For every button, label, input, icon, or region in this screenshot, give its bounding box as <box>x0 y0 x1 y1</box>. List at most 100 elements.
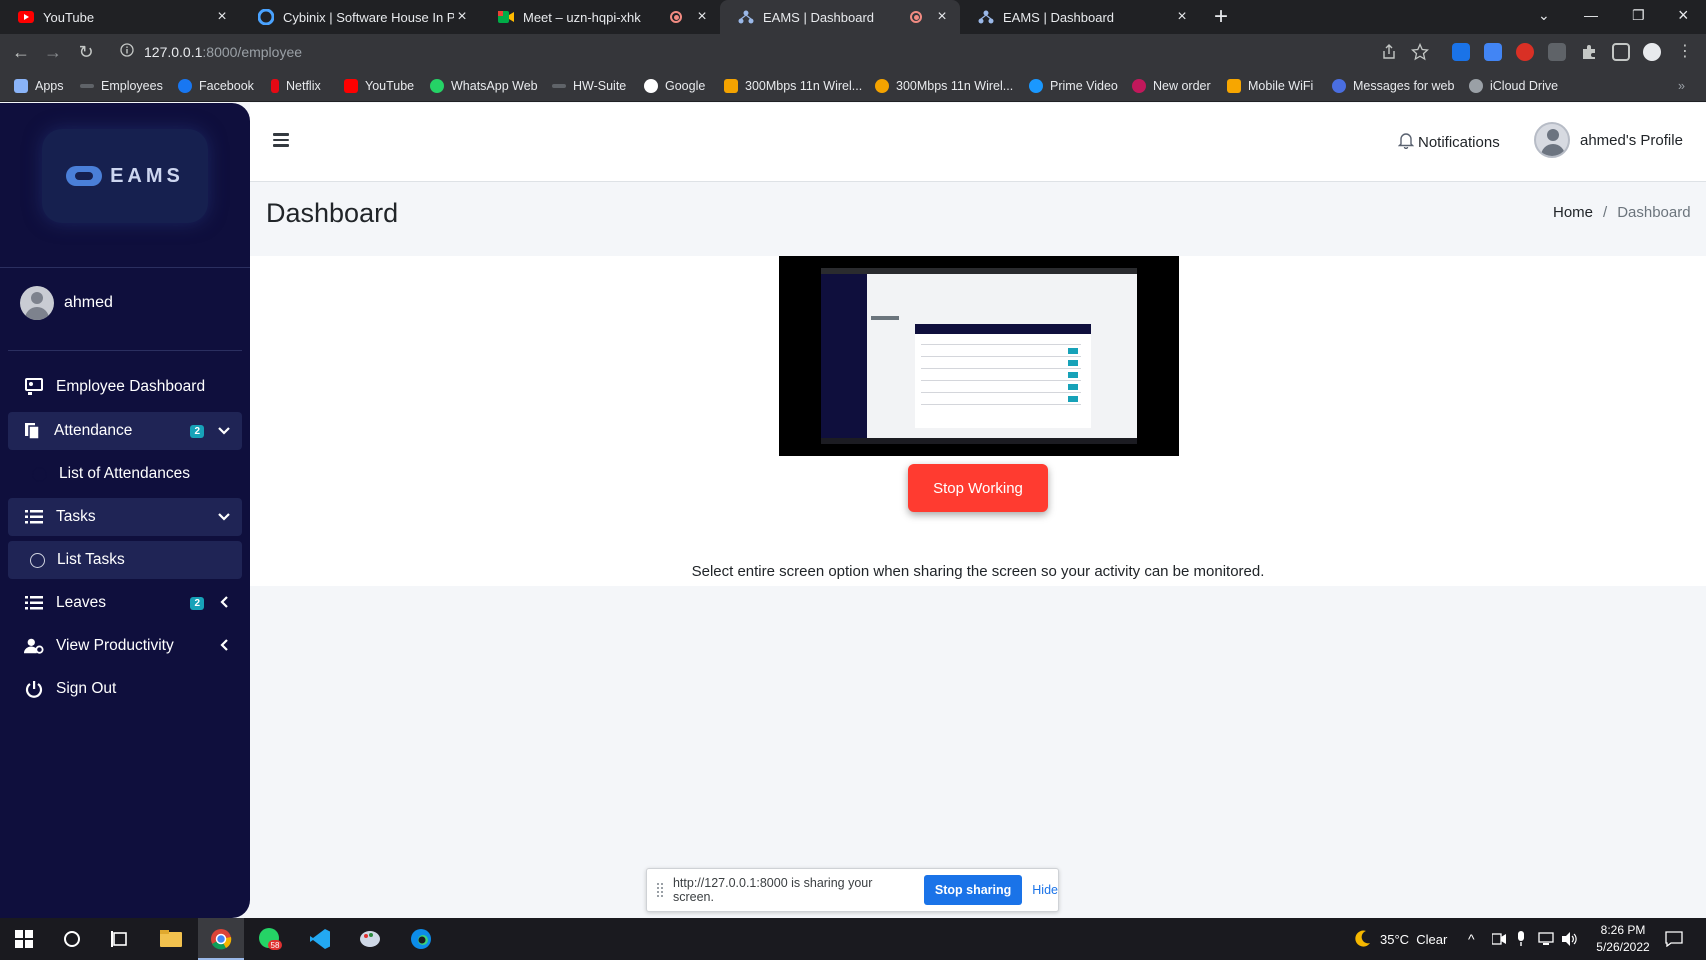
weather-widget[interactable]: 35°C Clear <box>1354 918 1447 960</box>
minimize-icon[interactable]: — <box>1584 0 1598 30</box>
bookmark-messages[interactable]: Messages for web <box>1332 76 1454 96</box>
reload-icon[interactable]: ↻ <box>75 41 97 63</box>
bookmark-netflix[interactable]: Netflix <box>271 76 321 96</box>
url-text: 127.0.0.1:8000/employee <box>144 44 303 60</box>
volume-icon[interactable] <box>1562 918 1578 960</box>
close-icon[interactable]: × <box>214 8 230 26</box>
close-icon[interactable]: × <box>934 8 950 26</box>
sidebar-item-list-of-attendances[interactable]: List of Attendances <box>8 455 242 493</box>
sidebar-user[interactable]: ahmed <box>20 286 113 320</box>
tab-eams[interactable]: EAMS | Dashboard × <box>960 0 1200 34</box>
profile-menu[interactable]: ahmed's Profile <box>1534 122 1683 158</box>
hamburger-menu-icon[interactable] <box>273 133 289 147</box>
action-center-icon[interactable] <box>1665 918 1683 960</box>
back-icon[interactable]: ← <box>10 41 32 63</box>
profile-avatar-icon[interactable] <box>1643 43 1661 61</box>
chrome-icon[interactable] <box>207 925 235 953</box>
router-icon <box>875 79 889 93</box>
sidebar-item-sign-out[interactable]: Sign Out <box>8 670 242 708</box>
bookmark-apps[interactable]: Apps <box>14 76 64 96</box>
meet-tray-icon[interactable] <box>1492 918 1506 960</box>
bookmark-router-1[interactable]: 300Mbps 11n Wirel... <box>724 76 862 96</box>
vscode-icon[interactable] <box>306 925 334 953</box>
menu-dots-icon[interactable]: ⋮ <box>1674 41 1696 63</box>
system-clock[interactable]: 8:26 PM 5/26/2022 <box>1588 922 1658 956</box>
tab-title: EAMS | Dashboard <box>1003 9 1115 25</box>
tab-youtube[interactable]: YouTube × <box>0 0 240 34</box>
search-icon[interactable] <box>58 925 86 953</box>
microphone-icon[interactable] <box>1516 918 1526 960</box>
windows-start-icon[interactable] <box>10 925 38 953</box>
sidebar-item-employee-dashboard[interactable]: Employee Dashboard <box>8 368 242 406</box>
info-icon[interactable] <box>120 42 134 62</box>
bookmark-router-2[interactable]: 300Mbps 11n Wirel... <box>875 76 1013 96</box>
bookmark-youtube[interactable]: YouTube <box>344 76 414 96</box>
bookmark-prime-video[interactable]: Prime Video <box>1029 76 1118 96</box>
sidebar-item-view-productivity[interactable]: View Productivity <box>8 627 242 665</box>
avatar <box>20 286 54 320</box>
whatsapp-icon[interactable]: 58 <box>256 925 284 953</box>
share-icon[interactable] <box>1380 43 1398 61</box>
sidebar-divider <box>8 350 242 351</box>
sidebar-divider <box>0 267 250 268</box>
close-icon[interactable]: × <box>694 8 710 26</box>
stop-working-button[interactable]: Stop Working <box>908 464 1048 512</box>
extension-pen-icon[interactable] <box>1548 43 1566 61</box>
cybinix-icon <box>258 9 274 25</box>
bookmark-hw-suite[interactable]: HW-Suite <box>552 76 626 96</box>
bookmark-whatsapp[interactable]: WhatsApp Web <box>430 76 538 96</box>
close-icon[interactable]: × <box>454 8 470 26</box>
bookmark-mobile-wifi[interactable]: Mobile WiFi <box>1227 76 1313 96</box>
breadcrumb-home[interactable]: Home <box>1553 204 1593 221</box>
svg-text:58: 58 <box>271 941 280 950</box>
notifications-link[interactable]: Notifications <box>1397 132 1500 153</box>
bookmark-facebook[interactable]: Facebook <box>178 76 254 96</box>
forward-icon[interactable]: → <box>42 41 64 63</box>
sidebar-item-tasks[interactable]: Tasks <box>8 498 242 536</box>
more-bookmarks-icon[interactable]: » <box>1678 76 1685 96</box>
new-tab-button[interactable]: + <box>1214 3 1228 31</box>
tab-search-icon[interactable]: ⌄ <box>1538 0 1550 30</box>
bookmark-icloud[interactable]: iCloud Drive <box>1469 76 1558 96</box>
sidebar-item-attendance[interactable]: Attendance 2 <box>8 412 242 450</box>
file-explorer-icon[interactable] <box>157 925 185 953</box>
task-view-icon[interactable] <box>106 925 134 953</box>
chevron-down-icon <box>216 424 232 438</box>
extension-red-icon[interactable] <box>1516 43 1534 61</box>
show-hidden-icons[interactable]: ^ <box>1468 918 1475 960</box>
bookmark-new-order[interactable]: New order <box>1132 76 1211 96</box>
paint-app-icon[interactable] <box>356 925 384 953</box>
tab-meet[interactable]: Meet – uzn-hqpi-xhk × <box>480 0 720 34</box>
sidebar-item-list-tasks[interactable]: List Tasks <box>8 541 242 579</box>
avatar <box>1534 122 1570 158</box>
extensions-puzzle-icon[interactable] <box>1580 43 1598 61</box>
restore-icon[interactable]: ❐ <box>1632 0 1645 30</box>
hw-suite-icon <box>552 84 566 88</box>
dashboard-icon <box>24 377 44 397</box>
eams-logo[interactable]: EAMS <box>42 129 208 223</box>
bookmark-star-icon[interactable] <box>1410 42 1430 61</box>
window-close-icon[interactable]: × <box>1678 0 1689 30</box>
translate-icon[interactable] <box>1484 43 1502 61</box>
notifications-label: Notifications <box>1418 134 1500 151</box>
side-panel-icon[interactable] <box>1612 43 1630 61</box>
google-icon <box>644 79 658 93</box>
network-icon[interactable] <box>1538 918 1554 960</box>
extension-f-icon[interactable] <box>1452 43 1470 61</box>
tab-title: EAMS | Dashboard <box>763 9 875 25</box>
breadcrumb-separator: / <box>1603 204 1608 221</box>
hide-button[interactable]: Hide <box>1032 883 1058 897</box>
drag-handle-icon[interactable] <box>657 883 663 897</box>
tab-cybinix[interactable]: Cybinix | Software House In Pakis × <box>240 0 480 34</box>
bookmark-google[interactable]: Google <box>644 76 705 96</box>
bookmark-employees[interactable]: Employees <box>80 76 163 96</box>
address-bar[interactable]: 127.0.0.1:8000/employee <box>110 38 1400 66</box>
close-icon[interactable]: × <box>1174 8 1190 26</box>
tab-eams-active[interactable]: EAMS | Dashboard × <box>720 0 960 34</box>
windows-taskbar: 58 35°C Clear ^ 8:26 PM 5/26/2022 <box>0 918 1706 960</box>
edge-icon[interactable] <box>407 925 435 953</box>
netflix-icon <box>271 79 279 93</box>
sidebar-item-leaves[interactable]: Leaves 2 <box>8 584 242 622</box>
stop-sharing-button[interactable]: Stop sharing <box>923 875 1023 905</box>
profile-label: ahmed's Profile <box>1580 131 1683 149</box>
